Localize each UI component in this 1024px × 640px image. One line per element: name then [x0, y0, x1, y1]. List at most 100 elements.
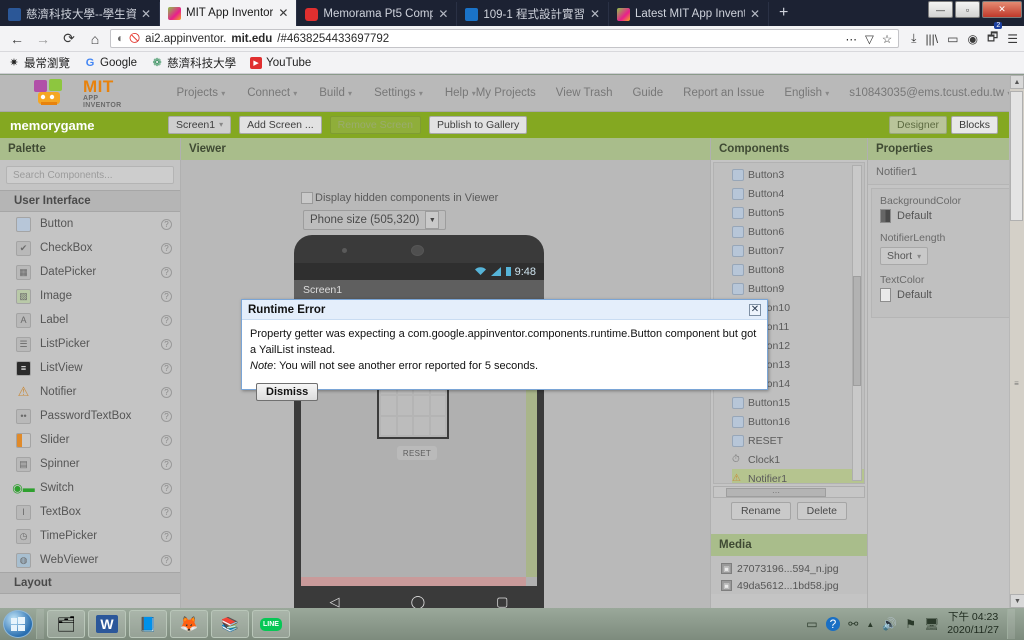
- taskbar-item-word[interactable]: W: [88, 610, 126, 638]
- start-button[interactable]: [3, 610, 33, 638]
- help-icon[interactable]: ?: [161, 435, 172, 446]
- taskbar-item-file-explorer[interactable]: 🗂: [47, 610, 85, 638]
- sidebar-icon[interactable]: ▭: [947, 32, 958, 46]
- link-report-issue[interactable]: Report an Issue: [683, 87, 764, 99]
- media-file[interactable]: ▣27073196...594_n.jpg: [721, 560, 867, 577]
- reader-mode-icon[interactable]: ▽: [865, 32, 874, 46]
- palette-search-input[interactable]: Search Components...: [6, 166, 174, 184]
- palette-section-user-interface[interactable]: User Interface: [0, 190, 180, 212]
- media-file[interactable]: ▣49da5612...1bd58.jpg: [721, 577, 867, 594]
- palette-item-checkbox[interactable]: ✔CheckBox?: [0, 236, 180, 260]
- palette-item-datepicker[interactable]: ▦DatePicker?: [0, 260, 180, 284]
- grid-cell[interactable]: [431, 417, 446, 436]
- address-bar[interactable]: ◐ 🚫 ai2.appinventor.mit.edu/#46382544336…: [110, 29, 899, 48]
- tray-volume-icon[interactable]: 🔊: [882, 617, 897, 631]
- window-minimize-button[interactable]: —: [928, 1, 953, 18]
- menu-icon[interactable]: ☰: [1007, 32, 1018, 46]
- tray-keyboard-icon[interactable]: ▭: [806, 617, 817, 631]
- color-swatch-icon[interactable]: [880, 288, 891, 302]
- link-my-projects[interactable]: My Projects: [476, 87, 536, 99]
- component-tree-item[interactable]: Button4: [732, 184, 864, 203]
- palette-item-switch[interactable]: ◉▬Switch?: [0, 476, 180, 500]
- link-guide[interactable]: Guide: [632, 87, 663, 99]
- link-view-trash[interactable]: View Trash: [556, 87, 613, 99]
- phone-size-selector[interactable]: Phone size (505,320) ▼: [303, 210, 446, 230]
- palette-item-image[interactable]: ▨Image?: [0, 284, 180, 308]
- taskbar-item-books[interactable]: 📚: [211, 610, 249, 638]
- bookmark-youtube[interactable]: ▶ YouTube: [250, 57, 311, 69]
- property-select-notifierlength[interactable]: Short ▾: [880, 247, 928, 265]
- nav-back-icon[interactable]: ◁: [330, 594, 340, 609]
- scrollbar-thumb[interactable]: ⋯: [726, 488, 826, 497]
- taskbar-item-notepad[interactable]: 📘: [129, 610, 167, 638]
- help-icon[interactable]: ?: [161, 411, 172, 422]
- component-tree-item[interactable]: Button5: [732, 203, 864, 222]
- tab-close-icon[interactable]: ✕: [278, 7, 290, 19]
- palette-item-label[interactable]: ALabel?: [0, 308, 180, 332]
- help-icon[interactable]: ?: [161, 339, 172, 350]
- help-icon[interactable]: ?: [161, 531, 172, 542]
- tab-close-icon[interactable]: ✕: [590, 8, 602, 20]
- reload-icon[interactable]: ⟳: [58, 29, 80, 49]
- component-tree-item[interactable]: Button6: [732, 222, 864, 241]
- home-icon[interactable]: ⌂: [84, 29, 106, 49]
- back-icon[interactable]: ←: [6, 29, 28, 49]
- bookmark-tcust[interactable]: ❁ 慈濟科技大學: [151, 55, 236, 71]
- components-horizontal-scrollbar[interactable]: ⋯: [713, 486, 865, 498]
- close-icon[interactable]: ✕: [749, 304, 761, 316]
- menu-projects[interactable]: Projects ▾: [176, 87, 225, 99]
- help-icon[interactable]: ?: [161, 507, 172, 518]
- library-icon[interactable]: |||\: [925, 32, 938, 46]
- grid-cell[interactable]: [414, 417, 429, 436]
- scrollbar-thumb[interactable]: [853, 276, 861, 386]
- palette-item-listview[interactable]: ≡ListView?: [0, 356, 180, 380]
- help-icon[interactable]: ?: [161, 315, 172, 326]
- browser-tab-0[interactable]: 慈濟科技大學--學生資訊系 ✕: [0, 2, 160, 26]
- menu-build[interactable]: Build ▾: [319, 87, 352, 99]
- window-close-button[interactable]: ✕: [982, 1, 1022, 18]
- grid-cell[interactable]: [381, 417, 396, 436]
- checkbox-box[interactable]: [301, 192, 313, 204]
- help-icon[interactable]: ?: [161, 219, 172, 230]
- palette-item-timepicker[interactable]: ◷TimePicker?: [0, 524, 180, 548]
- forward-icon[interactable]: →: [32, 29, 54, 49]
- tab-close-icon[interactable]: ✕: [438, 8, 450, 20]
- menu-help[interactable]: Help ▾: [445, 87, 476, 99]
- palette-item-passwordtextbox[interactable]: ••PasswordTextBox?: [0, 404, 180, 428]
- tab-designer[interactable]: Designer: [889, 116, 947, 135]
- component-tree-item[interactable]: Button16: [732, 412, 864, 431]
- tab-close-icon[interactable]: ✕: [750, 8, 762, 20]
- menu-settings[interactable]: Settings ▾: [374, 87, 423, 99]
- tray-flag-icon[interactable]: ⚑: [905, 617, 916, 631]
- palette-item-webviewer[interactable]: ◍WebViewer?: [0, 548, 180, 572]
- delete-button[interactable]: Delete: [797, 502, 847, 520]
- palette-item-button[interactable]: Button?: [0, 212, 180, 236]
- grid-cell[interactable]: [398, 417, 413, 436]
- taskbar-item-line[interactable]: LINE: [252, 610, 290, 638]
- scroll-up-icon[interactable]: ▲: [1010, 75, 1024, 89]
- component-tree-item[interactable]: Button9: [732, 279, 864, 298]
- property-value-backgroundcolor[interactable]: Default: [880, 209, 1012, 223]
- help-icon[interactable]: ?: [161, 459, 172, 470]
- palette-section-layout[interactable]: Layout: [0, 572, 180, 594]
- chevron-down-icon[interactable]: ▼: [425, 211, 439, 229]
- help-icon[interactable]: ?: [161, 387, 172, 398]
- account-icon[interactable]: ◉: [967, 32, 977, 46]
- screen-selector[interactable]: Screen1▾: [168, 116, 231, 135]
- component-tree-item[interactable]: Button7: [732, 241, 864, 260]
- download-icon[interactable]: ⤓: [911, 31, 916, 46]
- tab-close-icon[interactable]: ✕: [141, 8, 153, 20]
- palette-item-listpicker[interactable]: ☰ListPicker?: [0, 332, 180, 356]
- nav-recents-icon[interactable]: ▢: [496, 594, 508, 609]
- tray-monitor-icon[interactable]: 🖥: [924, 617, 939, 631]
- tray-network-icon[interactable]: ⚯: [848, 617, 858, 631]
- help-icon[interactable]: ?: [161, 267, 172, 278]
- window-maximize-button[interactable]: ▫: [955, 1, 980, 18]
- user-email-menu[interactable]: s10843035@ems.tcust.edu.tw ▾: [849, 87, 1011, 99]
- components-vertical-scrollbar[interactable]: [852, 165, 862, 481]
- new-tab-button[interactable]: +: [769, 2, 798, 26]
- palette-item-slider[interactable]: Slider?: [0, 428, 180, 452]
- palette-item-textbox[interactable]: ITextBox?: [0, 500, 180, 524]
- menu-connect[interactable]: Connect ▾: [247, 87, 297, 99]
- shield-icon[interactable]: ◐: [117, 33, 124, 45]
